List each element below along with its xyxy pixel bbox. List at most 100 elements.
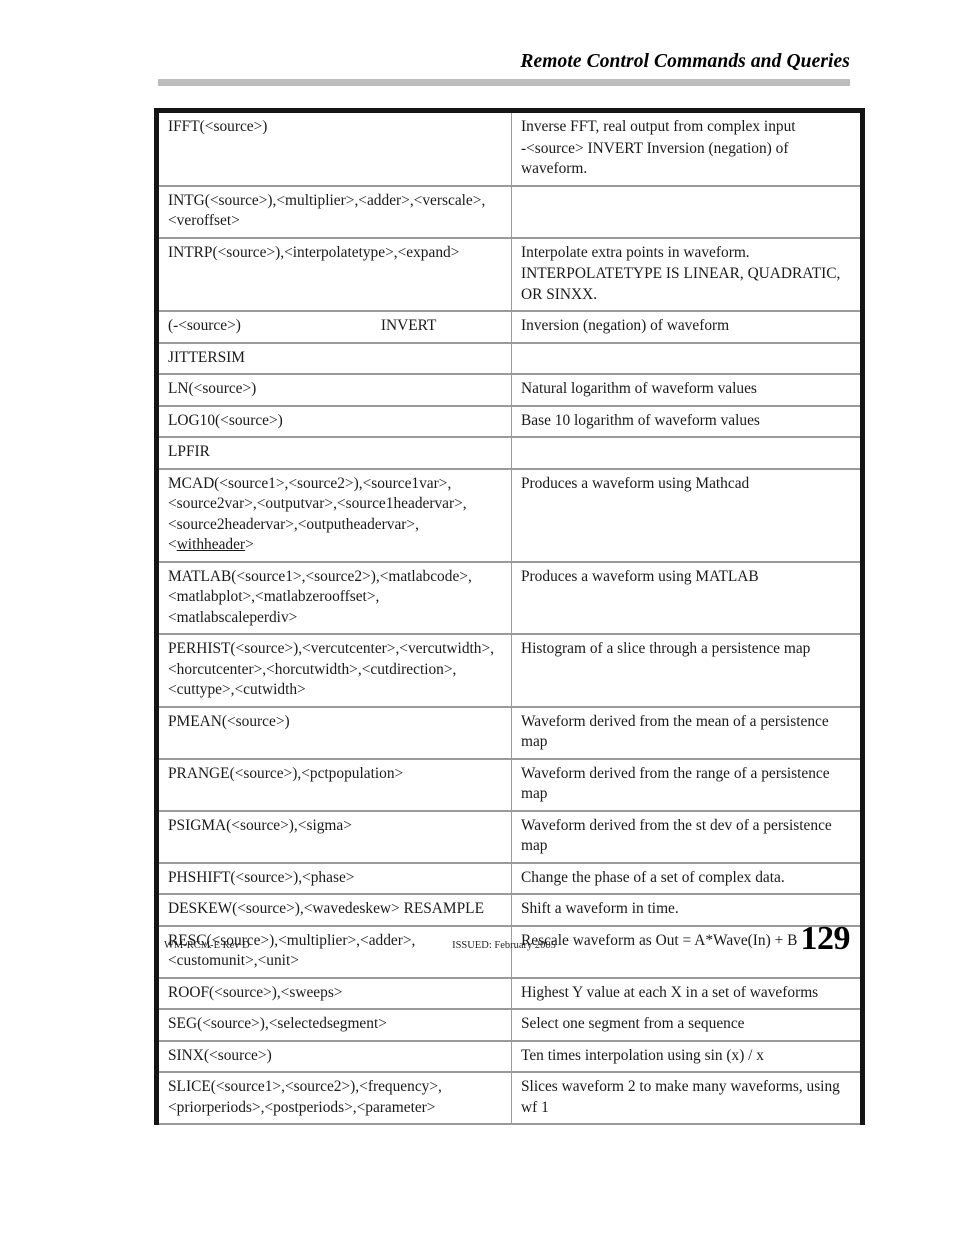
header-rule <box>158 79 850 86</box>
command-syntax-line: SEG(<source>),<selectedsegment> <box>168 1015 387 1032</box>
command-description-line: Produces a waveform using Mathcad <box>521 474 750 492</box>
command-syntax-line: LPFIR <box>168 443 210 460</box>
command-description-cell: Slices waveform 2 to make many waveforms… <box>511 1071 863 1125</box>
command-description-cell: Waveform derived from the mean of a pers… <box>511 706 863 760</box>
command-description-cell: Select one segment from a sequence <box>511 1008 863 1042</box>
command-description-cell: Interpolate extra points in waveform. INT… <box>511 237 863 312</box>
command-syntax-cell: INTG(<source>),<multiplier>,<adder>,<ver… <box>156 185 512 239</box>
table-row: PRANGE(<source>),<pctpopulation> Waveform… <box>156 758 863 812</box>
command-syntax-line: LN(<source>) <box>168 380 257 397</box>
command-description-cell: Inversion (negation) of waveform <box>511 310 863 344</box>
command-syntax-cell: (-<source>) INVERT <box>156 310 512 344</box>
table-row: SLICE(<source1>,<source2>),<frequency>,<… <box>156 1071 863 1125</box>
command-description-line: Waveform derived from the st dev of a pe… <box>521 816 832 855</box>
command-description-line: Interpolate extra points in waveform. <box>521 243 750 261</box>
command-syntax-line: INTG(<source>),<multiplier>,<adder>,<ver… <box>168 191 486 230</box>
command-syntax-cell: SLICE(<source1>,<source2>),<frequency>,<… <box>156 1071 512 1125</box>
command-syntax-line: MATLAB(<source1>,<source2>),<matlabcode>… <box>168 567 472 626</box>
command-syntax-line: PHSHIFT(<source>),<phase> <box>168 868 355 886</box>
command-table: IFFT(<source>) Inverse FFT, real output f… <box>154 108 865 1125</box>
command-description-line: INTERPOLATETYPE IS LINEAR, QUADRATIC, OR… <box>521 265 841 303</box>
table-row: JITTERSIM <box>156 342 863 375</box>
command-syntax-cell: LN(<source>) <box>156 373 512 407</box>
command-description-line: Ten times interpolation using sin (x) / … <box>521 1046 765 1064</box>
command-syntax-cell: PHSHIFT(<source>),<phase> <box>156 862 512 895</box>
footer-issued-date: ISSUED: February 2005 <box>452 940 556 951</box>
page-header: Remote Control Commands and Queries <box>158 50 850 86</box>
command-description-cell: Produces a waveform using Mathcad <box>511 468 863 563</box>
document-page: Remote Control Commands and Queries IFFT… <box>0 0 954 1235</box>
command-syntax-line: PSIGMA(<source>),<sigma> <box>168 816 352 834</box>
table-row: MCAD(<source1>,<source2>),<source1var>,<… <box>156 468 863 563</box>
command-description-line: Select one segment from a sequence <box>521 1015 745 1032</box>
command-syntax-cell: PSIGMA(<source>),<sigma> <box>156 810 512 864</box>
table-row: PMEAN(<source>) Waveform derived from the… <box>156 706 863 760</box>
command-syntax-line: SLICE(<source1>,<source2>),<frequency>,<… <box>168 1078 442 1116</box>
command-description-cell <box>511 342 863 375</box>
command-description-cell: Highest Y value at each X in a set of wa… <box>511 977 863 1010</box>
footer-page-number: 129 <box>800 920 851 957</box>
command-syntax-line: SINX(<source>) <box>168 1046 272 1064</box>
command-description-cell: Waveform derived from the range of a per… <box>511 758 863 812</box>
table-row: ROOF(<source>),<sweeps> Highest Y value a… <box>156 977 863 1010</box>
command-syntax-line: DESKEW(<source>),<wavedeskew> RESAMPLE <box>168 900 484 917</box>
command-table-body: IFFT(<source>) Inverse FFT, real output f… <box>156 110 863 1125</box>
command-syntax-line: ROOF(<source>),<sweeps> <box>168 983 343 1001</box>
command-description-line: Inversion (negation) of waveform <box>521 317 730 334</box>
command-syntax-cell: DESKEW(<source>),<wavedeskew> RESAMPLE <box>156 893 512 927</box>
table-row: LPFIR <box>156 436 863 470</box>
table-row: DESKEW(<source>),<wavedeskew> RESAMPLE Sh… <box>156 893 863 927</box>
command-syntax-text-tail: > <box>245 536 254 553</box>
command-syntax-line: (-<source>) INVERT <box>168 316 504 337</box>
command-syntax-cell: INTRP(<source>),<interpolatetype>,<expan… <box>156 237 512 312</box>
command-syntax-cell: LPFIR <box>156 436 512 470</box>
command-syntax-cell: SEG(<source>),<selectedsegment> <box>156 1008 512 1042</box>
page-footer: WM-RCM-E Rev D ISSUED: February 2005 129 <box>158 920 850 970</box>
table-row: IFFT(<source>) Inverse FFT, real output f… <box>156 110 863 187</box>
table-row: LN(<source>) Natural logarithm of wavefor… <box>156 373 863 407</box>
command-description-cell: Inverse FFT, real output from complex in… <box>511 110 863 187</box>
command-description-cell: Change the phase of a set of complex dat… <box>511 862 863 895</box>
command-description-line: Inverse FFT, real output from complex in… <box>521 118 796 135</box>
table-row: (-<source>) INVERT Inversion (negation) of… <box>156 310 863 344</box>
command-syntax-underlined-token: withheader <box>176 536 246 553</box>
command-description-cell: Natural logarithm of waveform values <box>511 373 863 407</box>
table-row: SEG(<source>),<selectedsegment> Select on… <box>156 1008 863 1042</box>
command-description-cell <box>511 436 863 470</box>
command-description-line: Waveform derived from the mean of a pers… <box>521 712 829 751</box>
command-syntax-line: MCAD(<source1>,<source2>),<source1var>,<… <box>168 474 504 556</box>
command-syntax-cell: IFFT(<source>) <box>156 110 512 187</box>
command-table-container: IFFT(<source>) Inverse FFT, real output f… <box>154 108 865 1125</box>
table-row: MATLAB(<source1>,<source2>),<matlabcode>… <box>156 561 863 635</box>
command-description-line: Shift a waveform in time. <box>521 900 679 917</box>
command-description-line: Highest Y value at each X in a set of wa… <box>521 983 819 1001</box>
command-keyword: INVERT <box>380 317 437 334</box>
command-description-line: Change the phase of a set of complex dat… <box>521 868 785 886</box>
table-row: SINX(<source>) Ten times interpolation us… <box>156 1040 863 1073</box>
command-description-cell: Waveform derived from the st dev of a pe… <box>511 810 863 864</box>
command-syntax-line: LOG10(<source>) <box>168 411 283 429</box>
command-description-line: Slices waveform 2 to make many waveforms… <box>521 1078 840 1116</box>
command-description-cell <box>511 185 863 239</box>
command-description-cell: Base 10 logarithm of waveform values <box>511 405 863 438</box>
table-row: INTG(<source>),<multiplier>,<adder>,<ver… <box>156 185 863 239</box>
command-syntax-line: INTRP(<source>),<interpolatetype>,<expan… <box>168 243 460 261</box>
command-syntax-cell: MATLAB(<source1>,<source2>),<matlabcode>… <box>156 561 512 635</box>
table-row: PHSHIFT(<source>),<phase> Change the phas… <box>156 862 863 895</box>
command-syntax-cell: LOG10(<source>) <box>156 405 512 438</box>
command-description-cell: Ten times interpolation using sin (x) / … <box>511 1040 863 1073</box>
table-row: LOG10(<source>) Base 10 logarithm of wave… <box>156 405 863 438</box>
command-syntax-line: PRANGE(<source>),<pctpopulation> <box>168 764 404 782</box>
command-syntax-text: (-<source>) <box>168 317 241 334</box>
command-syntax-line: PERHIST(<source>),<vercutcenter>,<vercut… <box>168 640 495 698</box>
command-syntax-line: PMEAN(<source>) <box>168 712 290 730</box>
table-row: INTRP(<source>),<interpolatetype>,<expan… <box>156 237 863 312</box>
command-syntax-cell: PMEAN(<source>) <box>156 706 512 760</box>
table-row: PERHIST(<source>),<vercutcenter>,<vercut… <box>156 633 863 708</box>
page-title: Remote Control Commands and Queries <box>520 51 850 72</box>
command-description-line: Natural logarithm of waveform values <box>521 380 757 397</box>
command-description-line: Produces a waveform using MATLAB <box>521 567 759 585</box>
command-description-cell: Produces a waveform using MATLAB <box>511 561 863 635</box>
command-syntax-cell: PRANGE(<source>),<pctpopulation> <box>156 758 512 812</box>
command-syntax-line: IFFT(<source>) <box>168 118 268 135</box>
